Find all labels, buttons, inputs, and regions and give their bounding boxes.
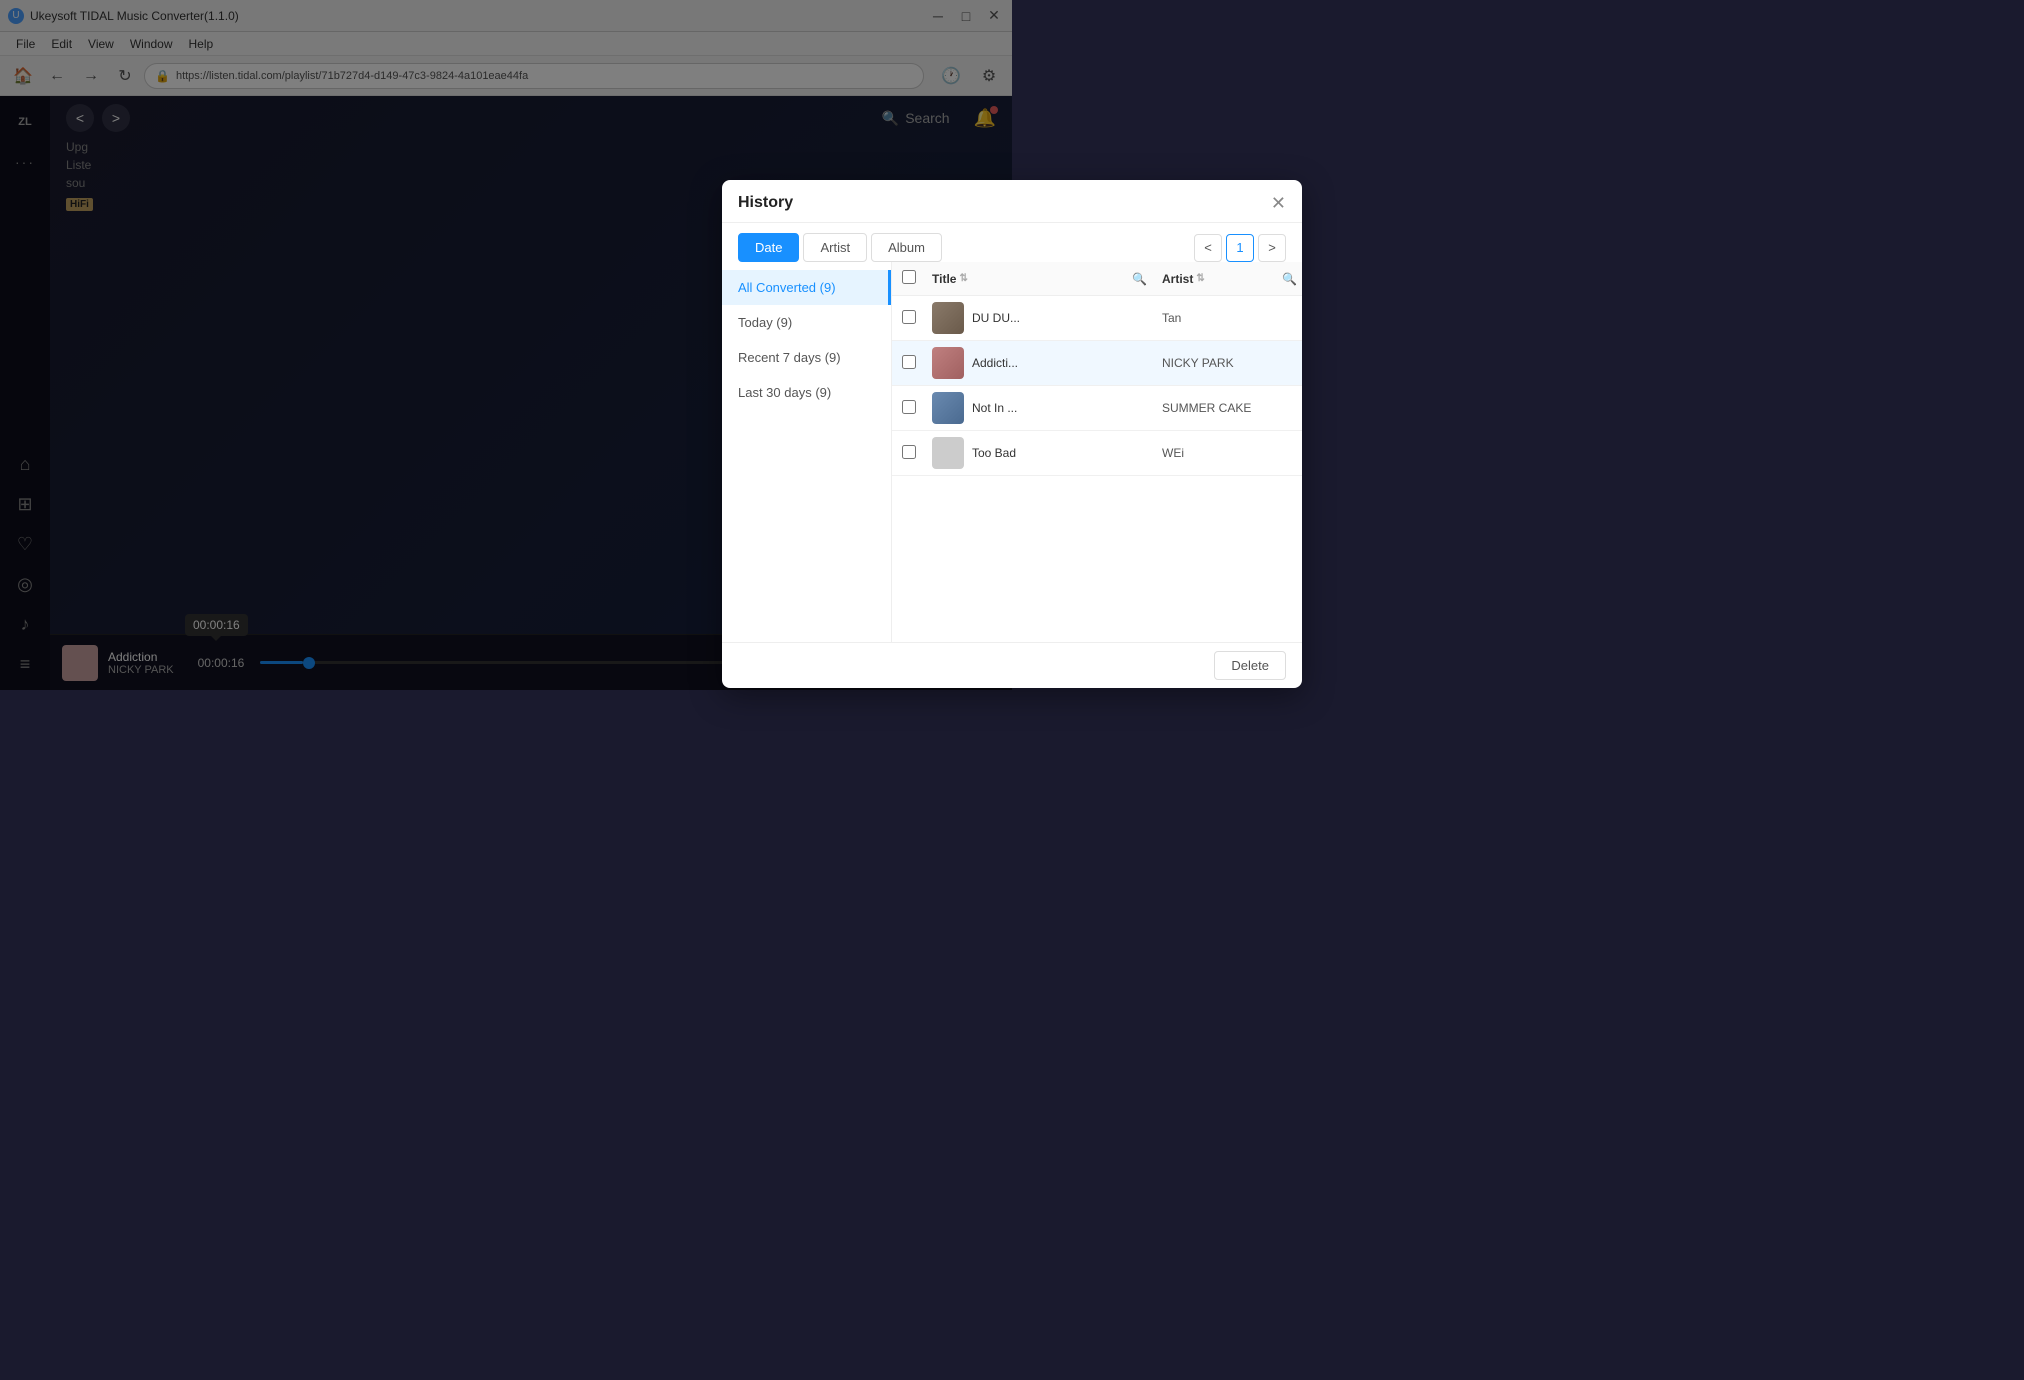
page-prev-button[interactable]: < bbox=[1194, 234, 1222, 262]
row3-checkbox[interactable] bbox=[902, 400, 916, 414]
dialog-close-button[interactable]: ✕ bbox=[1271, 194, 1286, 212]
tab-artist[interactable]: Artist bbox=[803, 233, 867, 262]
sort-artist-icon: ⇅ bbox=[1196, 273, 1204, 284]
delete-button[interactable]: Delete bbox=[1214, 651, 1286, 680]
sort-title-icon: ⇅ bbox=[959, 273, 967, 284]
table-row: Addicti... NICKY PARK Addiction 00:03:13… bbox=[892, 341, 1302, 386]
row2-thumb bbox=[932, 347, 964, 379]
filter-last-30days[interactable]: Last 30 days (9) bbox=[722, 375, 891, 410]
th-title-search[interactable]: 🔍 bbox=[1132, 272, 1162, 286]
row4-title: Too Bad bbox=[972, 446, 1016, 460]
row2-checkbox[interactable] bbox=[902, 355, 916, 369]
row3-checkbox-cell bbox=[902, 400, 932, 417]
page-current-button[interactable]: 1 bbox=[1226, 234, 1254, 262]
row4-checkbox[interactable] bbox=[902, 445, 916, 459]
tab-album[interactable]: Album bbox=[871, 233, 942, 262]
th-artist[interactable]: Artist ⇅ bbox=[1162, 272, 1282, 286]
table-row: Not In ... SUMMER CAKE 3rd Digital Sin..… bbox=[892, 386, 1302, 431]
row1-title-cell: DU DU... bbox=[932, 302, 1132, 334]
filter-all-converted[interactable]: All Converted (9) bbox=[722, 270, 891, 305]
dialog-title: History bbox=[738, 194, 793, 212]
table-row: Too Bad WEi Love Pt.1 : First... 00:03:1… bbox=[892, 431, 1302, 476]
row3-artist: SUMMER CAKE bbox=[1162, 401, 1282, 415]
row1-artist: Tan bbox=[1162, 311, 1282, 325]
filter-recent-7days[interactable]: Recent 7 days (9) bbox=[722, 340, 891, 375]
row4-title-cell: Too Bad bbox=[932, 437, 1132, 469]
select-all-checkbox[interactable] bbox=[902, 270, 916, 284]
row2-title: Addicti... bbox=[972, 356, 1018, 370]
th-artist-search[interactable]: 🔍 bbox=[1282, 272, 1302, 286]
row1-title: DU DU... bbox=[972, 311, 1020, 325]
dialog-sidebar: All Converted (9) Today (9) Recent 7 day… bbox=[722, 262, 892, 642]
dialog-body: All Converted (9) Today (9) Recent 7 day… bbox=[722, 262, 1302, 642]
pagination: < 1 > bbox=[1194, 234, 1286, 262]
history-dialog: History ✕ Date Artist Album < 1 > All Co… bbox=[722, 180, 1302, 688]
row1-checkbox[interactable] bbox=[902, 310, 916, 324]
th-artist-label: Artist bbox=[1162, 272, 1193, 286]
row3-thumb bbox=[932, 392, 964, 424]
th-title[interactable]: Title ⇅ bbox=[932, 272, 1132, 286]
dialog-tabs: Date Artist Album < 1 > bbox=[722, 223, 1302, 262]
dialog-footer: Delete bbox=[722, 642, 1302, 688]
filter-today[interactable]: Today (9) bbox=[722, 305, 891, 340]
row3-title: Not In ... bbox=[972, 401, 1017, 415]
table-header: Title ⇅ 🔍 Artist ⇅ 🔍 Album ⇅ 🔍 Duration … bbox=[892, 262, 1302, 296]
row2-title-cell: Addicti... bbox=[932, 347, 1132, 379]
tab-date[interactable]: Date bbox=[738, 233, 799, 262]
th-checkbox-col bbox=[902, 270, 932, 287]
dialog-table-area: Title ⇅ 🔍 Artist ⇅ 🔍 Album ⇅ 🔍 Duration … bbox=[892, 262, 1302, 642]
table-row: DU DU... Tan LIMITED EDITI... 00:03:37 ▶… bbox=[892, 296, 1302, 341]
row1-checkbox-cell bbox=[902, 310, 932, 327]
row4-checkbox-cell bbox=[902, 445, 932, 462]
row1-thumb bbox=[932, 302, 964, 334]
dialog-header: History ✕ bbox=[722, 180, 1302, 223]
th-title-label: Title bbox=[932, 272, 956, 286]
row4-artist: WEi bbox=[1162, 446, 1282, 460]
row2-artist: NICKY PARK bbox=[1162, 356, 1282, 370]
row2-checkbox-cell bbox=[902, 355, 932, 372]
table-body: DU DU... Tan LIMITED EDITI... 00:03:37 ▶… bbox=[892, 296, 1302, 642]
row4-thumb bbox=[932, 437, 964, 469]
row3-title-cell: Not In ... bbox=[932, 392, 1132, 424]
page-next-button[interactable]: > bbox=[1258, 234, 1286, 262]
